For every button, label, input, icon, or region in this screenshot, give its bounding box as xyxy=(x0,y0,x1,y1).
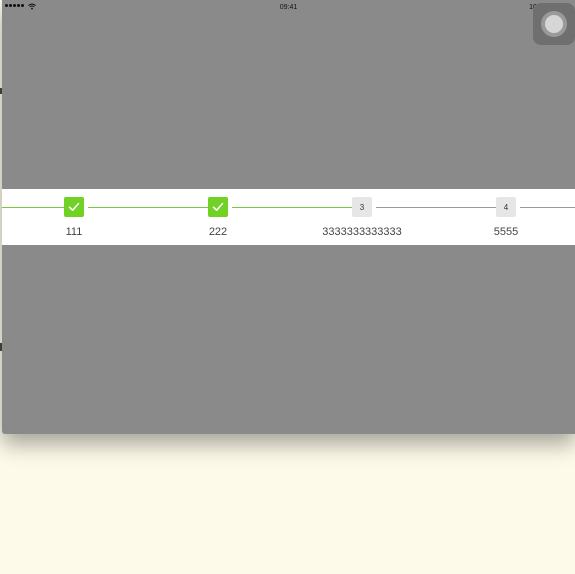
step-2-label: 222 xyxy=(208,226,228,238)
check-icon xyxy=(212,202,224,211)
status-bar: 09:41 100% xyxy=(2,0,575,16)
step-connector xyxy=(232,207,352,208)
step-3-marker[interactable]: 3 xyxy=(352,197,372,217)
step-connector xyxy=(88,207,208,208)
step-connector xyxy=(520,207,575,208)
step-connector xyxy=(376,207,496,208)
status-time: 09:41 xyxy=(279,4,298,11)
step-1-label: 111 xyxy=(65,226,83,238)
check-icon xyxy=(68,202,80,211)
step-3-label: 3333333333333 xyxy=(322,226,402,238)
step-1-marker[interactable] xyxy=(64,197,84,217)
step-2-marker[interactable] xyxy=(208,197,228,217)
modal-overlay: 09:41 100% 111 222 xyxy=(2,0,575,434)
step-4-label: 5555 xyxy=(493,226,519,238)
step-connector xyxy=(2,207,64,208)
step-progress-bar: 111 222 3 3333333333333 4 5555 xyxy=(2,189,575,245)
step-4-marker[interactable]: 4 xyxy=(496,197,516,217)
step-3-number: 3 xyxy=(359,202,365,212)
step-4-number: 4 xyxy=(503,202,509,212)
assistive-touch-button[interactable] xyxy=(533,3,575,45)
